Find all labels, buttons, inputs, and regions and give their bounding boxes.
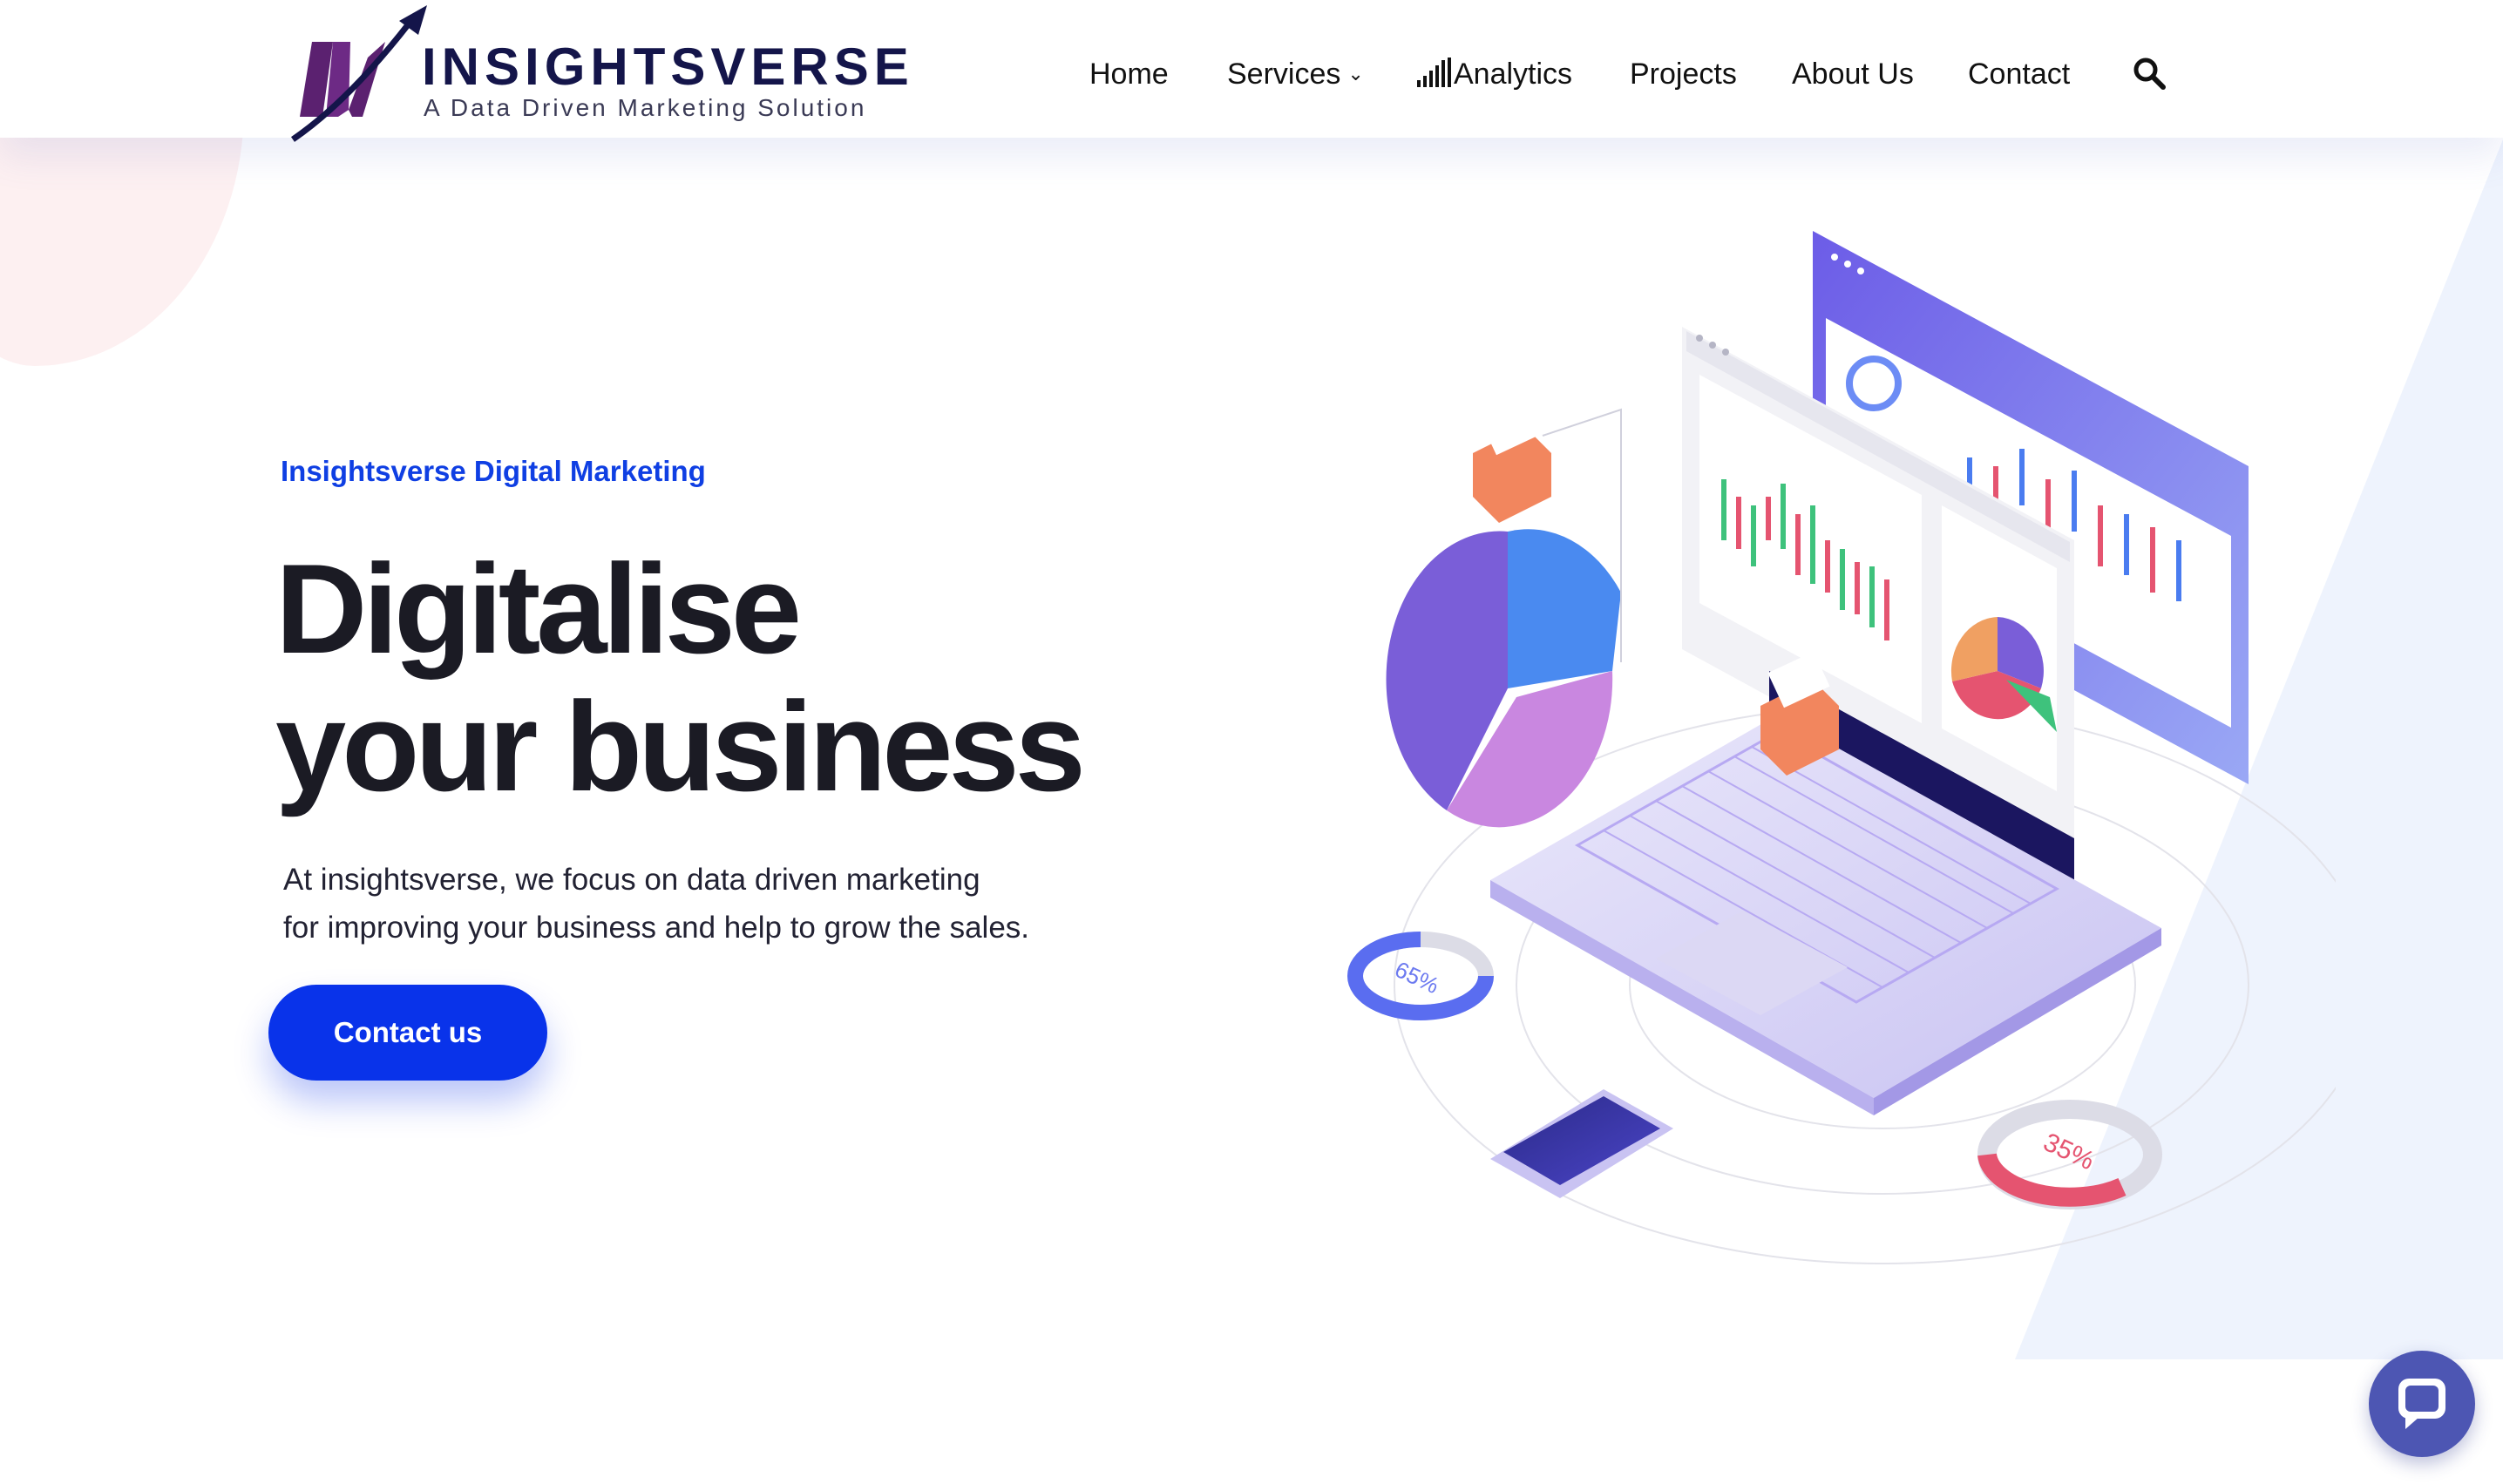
nav-home[interactable]: Home <box>1089 51 1169 98</box>
nav-about-us[interactable]: About Us <box>1792 51 1914 98</box>
contact-us-button[interactable]: Contact us <box>268 985 547 1081</box>
donut-35: 35% <box>1977 1100 2162 1210</box>
hero-headline: Digitalise your business <box>275 538 1086 817</box>
logo-wordmark: INSIGHTSVERSE <box>422 37 914 96</box>
large-pie-chart <box>1386 529 1621 828</box>
nav-contact[interactable]: Contact <box>1968 51 2070 98</box>
nav-analytics-label: Analytics <box>1454 58 1573 91</box>
lead-line-1: At insightsverse, we focus on data drive… <box>283 863 980 897</box>
signal-bars-icon <box>1417 58 1451 87</box>
headline-line-2: your business <box>275 675 1086 817</box>
headline-line-1: Digitalise <box>275 538 802 680</box>
site-header: INSIGHTSVERSE A Data Driven Marketing So… <box>0 0 2503 142</box>
nav-analytics[interactable]: Analytics <box>1417 51 1572 98</box>
donut-35-label: 35% <box>2039 1128 2099 1176</box>
donut-65-label: 65% <box>1391 956 1443 999</box>
site-logo[interactable]: INSIGHTSVERSE A Data Driven Marketing So… <box>288 5 915 145</box>
smartphone <box>1490 1089 1673 1198</box>
chat-widget-button[interactable] <box>2369 1351 2475 1457</box>
nav-services-label: Services <box>1227 58 1341 91</box>
logo-tagline: A Data Driven Marketing Solution <box>424 94 867 121</box>
hero-illustration: 65% 35% <box>1347 231 2336 1264</box>
chevron-down-icon: ⌄ <box>1347 63 1364 85</box>
logo-mark-icon <box>291 5 427 142</box>
donut-65: 65% <box>1347 932 1494 1020</box>
hero-lead: At insightsverse, we focus on data drive… <box>283 856 1155 952</box>
lead-line-2: for improving your business and help to … <box>283 911 1030 945</box>
nav-services[interactable]: Services ⌄ <box>1227 51 1364 98</box>
search-icon[interactable] <box>2132 56 2167 91</box>
chat-bubble-icon <box>2398 1379 2445 1429</box>
nav-projects[interactable]: Projects <box>1630 51 1737 98</box>
hero-eyebrow: Insightsverse Digital Marketing <box>281 455 706 487</box>
